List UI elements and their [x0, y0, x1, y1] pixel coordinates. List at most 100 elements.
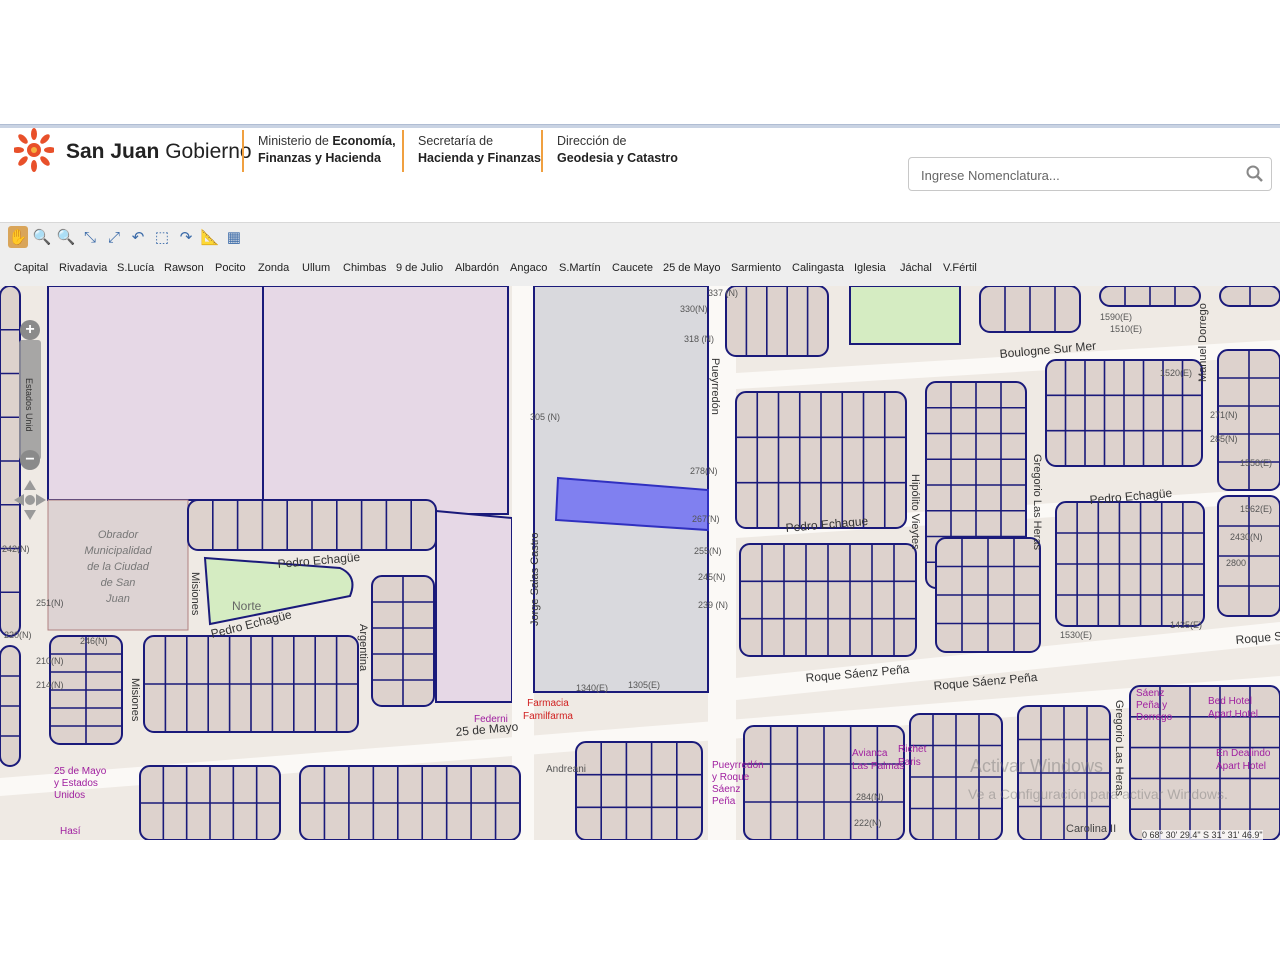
parcel-number-label: 278(N)	[690, 466, 718, 476]
place-label: Sáenz	[1136, 688, 1164, 699]
parcel-number-label: 1520(E)	[1160, 368, 1192, 378]
select-box-icon[interactable]: ⬚	[152, 226, 172, 248]
zoom-out-button[interactable]: −	[20, 450, 40, 470]
org2-line1: Secretaría de	[418, 134, 494, 148]
parcel-number-label: 1530(E)	[1060, 630, 1092, 640]
place-label: Familfarma	[523, 711, 573, 722]
dept-link[interactable]: Albardón	[455, 262, 499, 274]
parcel-number-label: 255(N)	[694, 546, 722, 556]
brand-light: Gobierno	[159, 140, 252, 163]
parcel-number-label: 284(N)	[856, 792, 884, 802]
dept-link[interactable]: Angaco	[510, 262, 547, 274]
parcel-large[interactable]	[262, 286, 509, 515]
parcel-large[interactable]	[47, 286, 264, 501]
zoom-in-button[interactable]: +	[20, 320, 40, 340]
place-label: Obrador	[98, 529, 140, 541]
dept-link[interactable]: Ullum	[302, 262, 330, 274]
street-label: Gregorio Las Heras	[1113, 700, 1125, 796]
park-label: Norte	[232, 599, 262, 613]
street-label: Manuel Dorrego	[1197, 303, 1209, 382]
brand-bold: San Juan	[66, 140, 160, 163]
dept-link[interactable]: Jáchal	[900, 262, 932, 274]
pan-hand-icon[interactable]: ✋	[8, 226, 28, 248]
place-label: Peña y	[1136, 700, 1167, 711]
dept-link[interactable]: Sarmiento	[731, 262, 781, 274]
parcel-number-label: 242(N)	[2, 544, 30, 554]
dept-link[interactable]: 9 de Julio	[396, 262, 443, 274]
dept-link[interactable]: Rivadavia	[59, 262, 107, 274]
parcel-number-label: 337 (N)	[708, 288, 738, 298]
dept-link[interactable]: 25 de Mayo	[663, 262, 720, 274]
parcel-number-label: 285(N)	[1210, 434, 1238, 444]
parcel-number-label: 239 (N)	[698, 600, 728, 610]
zoom-out-icon[interactable]: 🔍	[56, 226, 76, 248]
dept-link[interactable]: S.Martín	[559, 262, 601, 274]
search-box[interactable]	[908, 157, 1272, 191]
place-label: Federni	[474, 714, 508, 725]
parcel-large[interactable]	[435, 509, 513, 703]
dept-link[interactable]: Rawson	[164, 262, 204, 274]
place-label: Apart Hotel	[1208, 709, 1258, 720]
header-separator	[541, 130, 543, 172]
parcel-number-label: 246(N)	[80, 636, 108, 646]
parcel-number-label: 1562(E)	[1240, 504, 1272, 514]
grid-icon[interactable]: ▦	[224, 226, 244, 248]
parcel-number-label: 330(N)	[680, 304, 708, 314]
street-label: Hipólito Vieytes	[909, 474, 921, 550]
place-label: de la Ciudad	[87, 561, 150, 573]
parcel-number-label: 1510(E)	[1110, 324, 1142, 334]
undo-icon[interactable]: ↶	[128, 226, 148, 248]
parcel-number-label: 220(N)	[4, 630, 32, 640]
dept-link[interactable]: Zonda	[258, 262, 289, 274]
pan-control-icon[interactable]	[12, 478, 48, 522]
full-extent-icon[interactable]: ⤢	[104, 226, 124, 248]
park-block[interactable]	[849, 286, 961, 345]
dept-link[interactable]: Iglesia	[854, 262, 886, 274]
city-block[interactable]	[725, 286, 829, 357]
parcel-number-label: 318 (N)	[684, 334, 714, 344]
sun-logo-icon	[14, 128, 54, 172]
parcel-number-label: 2430(N)	[1230, 532, 1263, 542]
dept-link[interactable]: Capital	[14, 262, 48, 274]
place-label: Andreani	[546, 764, 586, 775]
measure-icon[interactable]: 📐	[200, 226, 220, 248]
dept-link[interactable]: Pocito	[215, 262, 246, 274]
search-icon[interactable]	[1245, 164, 1265, 184]
header-separator	[242, 130, 244, 172]
parcel-number-label: 210(N)	[36, 656, 64, 666]
parcel-number-label: 222(N)	[854, 818, 882, 828]
header-separator	[402, 130, 404, 172]
org1-line1: Ministerio de	[258, 134, 333, 148]
city-block[interactable]	[575, 741, 703, 840]
dept-link[interactable]: Calingasta	[792, 262, 844, 274]
street-label: Pueyrredón	[709, 358, 721, 415]
org3-line1: Dirección de	[557, 134, 627, 148]
org-secretaria: Secretaría de Hacienda y Finanzas	[418, 133, 541, 167]
place-label: Avianca	[852, 748, 888, 759]
search-input[interactable]	[919, 164, 1233, 186]
parcel-number-label: 251(N)	[36, 598, 64, 608]
dept-link[interactable]: Chimbas	[343, 262, 386, 274]
page-bottom	[0, 840, 1280, 960]
redo-icon[interactable]: ↷	[176, 226, 196, 248]
zoom-in-icon[interactable]: 🔍	[32, 226, 52, 248]
street-label: Misiones	[129, 678, 141, 722]
parcel-number-label: 267(N)	[692, 514, 720, 524]
street-label: Gregorio Las Heras	[1031, 454, 1043, 550]
street-label: Misiones	[189, 572, 201, 616]
place-label: Richet	[898, 744, 927, 755]
place-label: Juan	[105, 593, 130, 605]
place-label: de San	[101, 577, 136, 589]
brand-title: San Juan Gobierno	[66, 140, 252, 164]
place-label: Dorrego	[1136, 712, 1173, 723]
dept-link[interactable]: Caucete	[612, 262, 653, 274]
zoom-extent-icon[interactable]: ⤡	[80, 226, 100, 248]
place-label: Hasí	[60, 826, 81, 837]
org3-line2: Geodesia y Catastro	[557, 151, 678, 165]
place-label: Paris	[898, 757, 921, 768]
coordinate-readout: 0 68° 30' 29.4" S 31° 31' 46.9"	[1142, 830, 1263, 840]
org-direccion: Dirección de Geodesia y Catastro	[557, 133, 678, 167]
parcel-number-label: 2800	[1226, 558, 1246, 568]
dept-link[interactable]: V.Fértil	[943, 262, 977, 274]
dept-link[interactable]: S.Lucía	[117, 262, 154, 274]
